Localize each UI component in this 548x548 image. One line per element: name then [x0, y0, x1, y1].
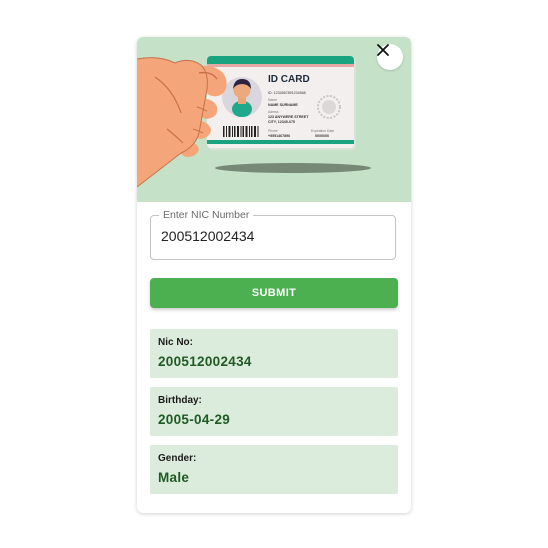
card-expiration-label: Expiration Date [311, 129, 334, 133]
close-icon [377, 44, 389, 56]
birthday-result-label: Birthday: [158, 395, 202, 406]
nic-input[interactable] [161, 228, 381, 244]
gender-result-label: Gender: [158, 453, 197, 464]
birthday-result-value: 2005-04-29 [158, 412, 231, 427]
close-button[interactable] [377, 44, 403, 70]
nic-result-box: Nic No: 200512002434 [150, 329, 398, 378]
birthday-result-box: Birthday: 2005-04-29 [150, 387, 398, 436]
submit-button[interactable]: SUBMIT [150, 278, 398, 308]
card-id: ID: 1234567891234568 [268, 91, 306, 95]
card-address-label: Adress [268, 110, 279, 114]
nic-result-value: 200512002434 [158, 354, 252, 369]
card-name-label: Name [268, 98, 277, 102]
card-name-value: NAME SURNAME [268, 103, 298, 107]
nic-lookup-dialog: ID CARD ID: 1234567891234568 Name NAME S… [137, 37, 411, 513]
nic-input-field[interactable]: Enter NIC Number [150, 208, 396, 260]
card-expiration-value: 00/00/00 [315, 134, 329, 138]
card-phone-label: Phone [268, 129, 278, 133]
nic-result-label: Nic No: [158, 337, 193, 348]
gender-result-box: Gender: Male [150, 445, 398, 494]
id-card-illustration: ID CARD ID: 1234567891234568 Name NAME S… [137, 37, 411, 202]
card-phone-value: +5551467896 [268, 134, 290, 138]
card-address-line2: CITY, 12345-675 [268, 120, 295, 124]
card-address-line1: 123 ANYWERE STREET [268, 115, 309, 119]
id-card-image: ID CARD ID: 1234567891234568 Name NAME S… [137, 56, 371, 188]
card-title: ID CARD [268, 74, 310, 85]
gender-result-value: Male [158, 470, 190, 485]
nic-input-label: Enter NIC Number [159, 208, 254, 222]
